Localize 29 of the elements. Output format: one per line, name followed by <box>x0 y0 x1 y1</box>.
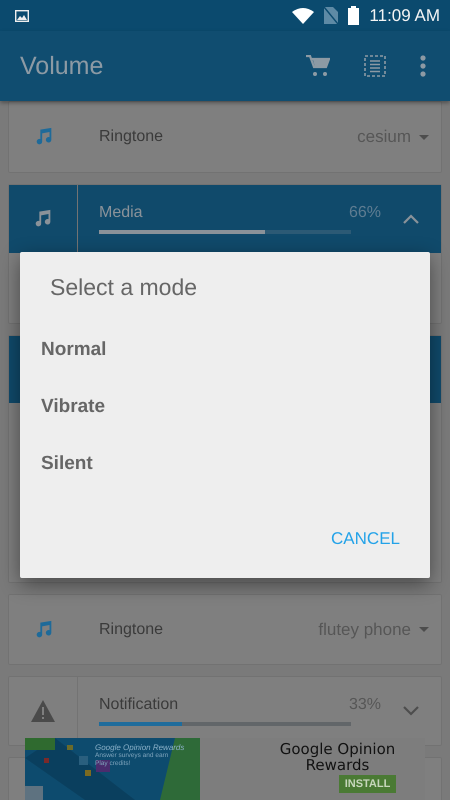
no-sim-icon <box>324 7 338 24</box>
image-icon <box>15 10 29 22</box>
ad-headline: Google Opinion Rewards <box>95 743 184 752</box>
volume-slider[interactable] <box>99 230 351 234</box>
card-label: Notification <box>99 696 180 714</box>
dialog-title: Select a mode <box>50 274 198 301</box>
ad-app-name: Google Opinion Rewards <box>278 742 396 774</box>
dropdown-caret-icon <box>419 627 429 632</box>
mode-option[interactable]: Vibrate <box>41 378 106 435</box>
dropdown-caret-icon <box>419 134 429 140</box>
mode-option[interactable]: Silent <box>41 435 93 492</box>
install-button[interactable]: INSTALL <box>338 774 396 792</box>
volume-slider[interactable] <box>99 722 351 726</box>
more-icon <box>420 55 426 77</box>
volume-reading: 66% <box>348 204 381 222</box>
mode-option[interactable]: Normal <box>41 321 106 378</box>
chevron-down-icon <box>403 706 419 716</box>
cancel-button[interactable]: CANCEL <box>331 529 400 549</box>
card-label: Ringtone <box>99 128 164 146</box>
cart-icon <box>306 55 330 77</box>
chevron-up-icon <box>403 214 419 224</box>
clock-time: 11:09 AM <box>369 6 440 26</box>
card-label: Media <box>99 204 144 222</box>
warning-icon <box>31 700 55 722</box>
list-icon <box>364 55 386 77</box>
battery-icon <box>348 6 360 25</box>
card-label: Ringtone <box>99 620 164 638</box>
wifi-icon <box>292 8 314 24</box>
app-title: Volume <box>20 52 104 80</box>
